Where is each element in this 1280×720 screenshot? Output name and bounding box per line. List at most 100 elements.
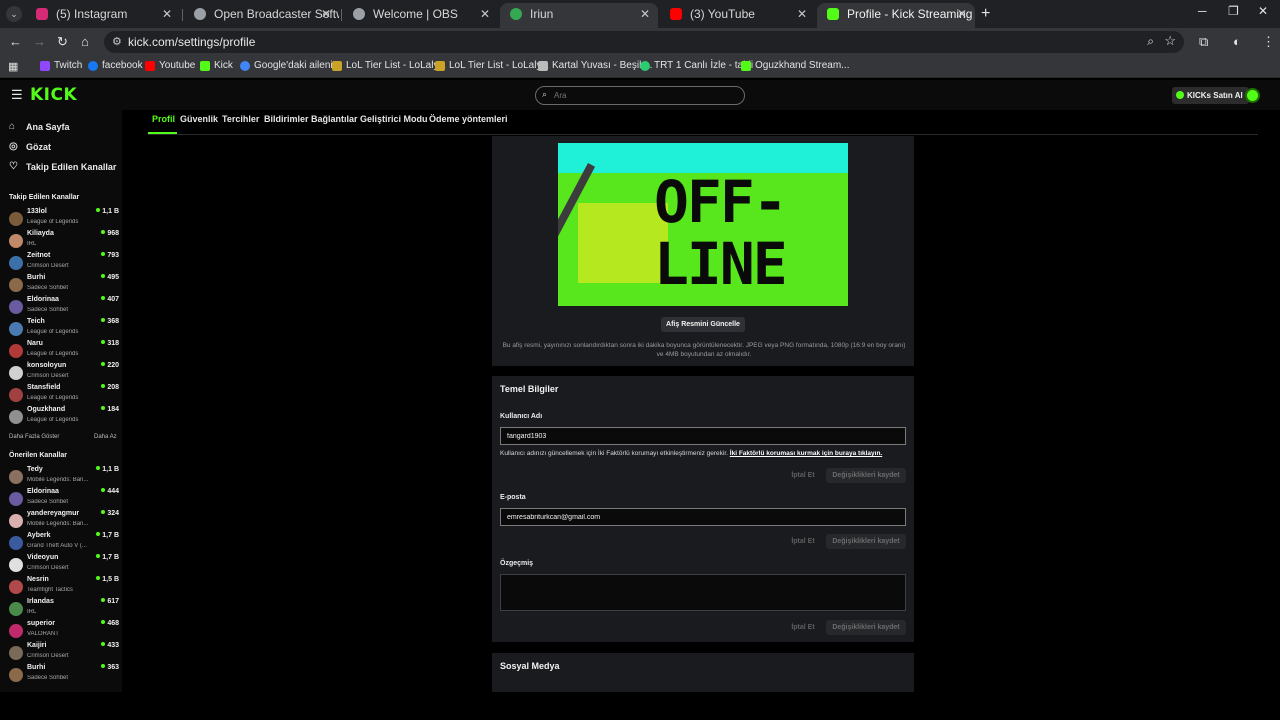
bookmark-trt1[interactable]: TRT 1 Canlı İzle - tabii — [640, 59, 753, 73]
user-avatar[interactable] — [1245, 88, 1260, 103]
new-tab-button[interactable]: + — [981, 4, 990, 24]
bookmark-oguzkhand[interactable]: Oguzkhand Stream... — [741, 59, 850, 73]
tab-kick-profile[interactable]: Profile - Kick Streaming ✕ — [817, 3, 975, 28]
search-input[interactable] — [552, 88, 737, 103]
eagle-icon — [538, 61, 548, 71]
channel-item[interactable]: Naru League of Legends 318 — [9, 340, 122, 362]
channel-item[interactable]: konsoloyun Crimson Desert 220 — [9, 362, 122, 384]
bookmark-star-icon[interactable]: ☆ — [1164, 33, 1176, 49]
show-less-link[interactable]: Daha Az — [94, 434, 117, 440]
bookmark-youtube[interactable]: Youtube — [145, 59, 195, 73]
window-close-icon[interactable]: ✕ — [1258, 4, 1268, 18]
tab-preferences[interactable]: Tercihler — [222, 114, 259, 124]
email-input[interactable] — [500, 508, 906, 526]
address-bar[interactable]: ⚙ kick.com/settings/profile ⌕ ☆ — [104, 31, 1184, 53]
viewer-count-value: 495 — [107, 274, 119, 281]
bookmark-lol-tier-1[interactable]: LoL Tier List - LoLaly... — [332, 59, 446, 73]
username-input[interactable] — [500, 427, 906, 445]
more-menu-icon[interactable]: ⋮ — [1262, 34, 1275, 50]
bookmark-google-family[interactable]: Google'daki aileniz — [240, 59, 338, 73]
channel-item[interactable]: Stansfield League of Legends 208 — [9, 384, 122, 406]
tab-connections[interactable]: Bağlantılar — [311, 114, 358, 124]
back-arrow-icon[interactable]: ← — [9, 34, 22, 50]
close-icon[interactable]: ✕ — [321, 3, 331, 25]
nav-following[interactable]: ♡ Takip Edilen Kanallar — [9, 161, 116, 173]
url-text[interactable]: kick.com/settings/profile — [128, 35, 255, 49]
bookmark-twitch[interactable]: Twitch — [40, 59, 82, 73]
bookmark-label: Kick — [214, 60, 233, 71]
close-icon[interactable]: ✕ — [797, 3, 807, 25]
channel-item[interactable]: Videoyun Crimson Desert 1,7 B — [9, 554, 122, 576]
apps-grid-icon[interactable]: ▦ — [8, 60, 18, 73]
tab-search-button[interactable]: ⌄ — [6, 6, 22, 22]
buy-kicks-label: KICKs Satın Al — [1187, 91, 1243, 100]
bookmark-lol-tier-2[interactable]: LoL Tier List - LoLaly... — [435, 59, 549, 73]
tab-obs[interactable]: Open Broadcaster Software | OB ✕ — [184, 3, 339, 28]
close-icon[interactable]: ✕ — [480, 3, 490, 25]
email-save-button[interactable]: Değişiklikleri kaydet — [826, 534, 906, 549]
channel-item[interactable]: 133lol League of Legends 1,1 B — [9, 208, 122, 230]
forward-arrow-icon[interactable]: → — [33, 34, 46, 50]
home-icon[interactable]: ⌂ — [81, 34, 89, 50]
site-info-icon[interactable]: ⚙ — [112, 35, 122, 48]
browser-tab-strip: ⌄ (5) Instagram ✕ Open Broadcaster Softw… — [0, 0, 1280, 28]
tab-payment-methods[interactable]: Ödeme yöntemleri — [429, 114, 508, 124]
tab-youtube[interactable]: (3) YouTube ✕ — [660, 3, 815, 28]
site-header: ☰ KICK ⌕ KICKs Satın Al — [0, 80, 1280, 110]
restore-icon[interactable]: ❐ — [1228, 4, 1239, 18]
minimize-icon[interactable]: ─ — [1198, 4, 1207, 18]
channel-item[interactable]: yandereyagmur Mobile Legends: Ban... 324 — [9, 510, 122, 532]
nav-browse[interactable]: ◎ Gözat — [9, 141, 51, 153]
zoom-icon[interactable]: ⌕ — [1147, 34, 1154, 49]
channel-item[interactable]: Eldorinaa Sadece Sohbet 407 — [9, 296, 122, 318]
channel-item[interactable]: Nesrin Teamfight Tactics 1,5 B — [9, 576, 122, 598]
tab-instagram[interactable]: (5) Instagram ✕ — [26, 3, 180, 28]
profile-icon[interactable]: ◐ — [1233, 34, 1241, 49]
username-cancel-button[interactable]: İptal Et — [786, 468, 820, 483]
extensions-icon[interactable]: ⧉ — [1199, 34, 1208, 50]
channel-item[interactable]: Burhi Sadece Sohbet 363 — [9, 664, 122, 686]
viewer-count: 324 — [101, 510, 119, 517]
tab-iriun[interactable]: Iriun ✕ — [500, 3, 658, 28]
close-icon[interactable]: ✕ — [957, 3, 967, 25]
nav-label: Ana Sayfa — [26, 122, 70, 132]
bio-save-button[interactable]: Değişiklikleri kaydet — [826, 620, 906, 635]
channel-item[interactable]: Ayberk Grand Theft Auto V (... 1,7 B — [9, 532, 122, 554]
channel-item[interactable]: Burhi Sadece Sohbet 495 — [9, 274, 122, 296]
bookmark-kartal-yuvasi[interactable]: Kartal Yuvası - Beşik... — [538, 59, 652, 73]
search-box[interactable]: ⌕ — [535, 86, 745, 105]
email-cancel-button[interactable]: İptal Et — [786, 534, 820, 549]
tab-security[interactable]: Güvenlik — [180, 114, 218, 124]
nav-home[interactable]: ⌂ Ana Sayfa — [9, 121, 70, 133]
tab-separator — [182, 9, 183, 21]
close-icon[interactable]: ✕ — [640, 3, 650, 25]
bio-cancel-button[interactable]: İptal Et — [786, 620, 820, 635]
tab-profile[interactable]: Profil — [152, 114, 175, 124]
close-icon[interactable]: ✕ — [162, 3, 172, 25]
buy-kicks-button[interactable]: KICKs Satın Al — [1172, 87, 1249, 104]
tab-welcome-obs[interactable]: Welcome | OBS ✕ — [343, 3, 498, 28]
kick-logo[interactable]: KICK — [30, 85, 77, 105]
menu-icon[interactable]: ☰ — [11, 88, 23, 102]
tab-developer-mode[interactable]: Geliştirici Modu — [360, 114, 428, 124]
bookmark-facebook[interactable]: facebook — [88, 59, 143, 73]
update-banner-button[interactable]: Afiş Resmini Güncelle — [661, 317, 745, 332]
channel-item[interactable]: Irlandas IRL 617 — [9, 598, 122, 620]
channel-item[interactable]: Tedy Mobile Legends: Ban... 1,1 B — [9, 466, 122, 488]
reload-icon[interactable]: ↻ — [57, 34, 68, 50]
channel-item[interactable]: Oguzkhand League of Legends 184 — [9, 406, 122, 428]
channel-item[interactable]: superior VALORANT 468 — [9, 620, 122, 642]
bio-textarea[interactable] — [500, 574, 906, 611]
viewer-count: 793 — [101, 252, 119, 259]
username-save-button[interactable]: Değişiklikleri kaydet — [826, 468, 906, 483]
show-more-link[interactable]: Daha Fazla Göster — [9, 434, 59, 440]
tab-notifications[interactable]: Bildirimler — [264, 114, 309, 124]
channel-item[interactable]: Teich League of Legends 368 — [9, 318, 122, 340]
channel-item[interactable]: Eldorinaa Sadece Sohbet 444 — [9, 488, 122, 510]
channel-name: Ayberk — [27, 532, 51, 539]
channel-item[interactable]: Kiliayda IRL 968 — [9, 230, 122, 252]
channel-item[interactable]: Kaijiri Crimson Desert 433 — [9, 642, 122, 664]
channel-item[interactable]: Zeitnot Crimson Desert 793 — [9, 252, 122, 274]
bookmark-kick[interactable]: Kick — [200, 59, 233, 73]
enable-2fa-link[interactable]: İki Faktörlü koruması kurmak için buraya… — [730, 450, 882, 457]
